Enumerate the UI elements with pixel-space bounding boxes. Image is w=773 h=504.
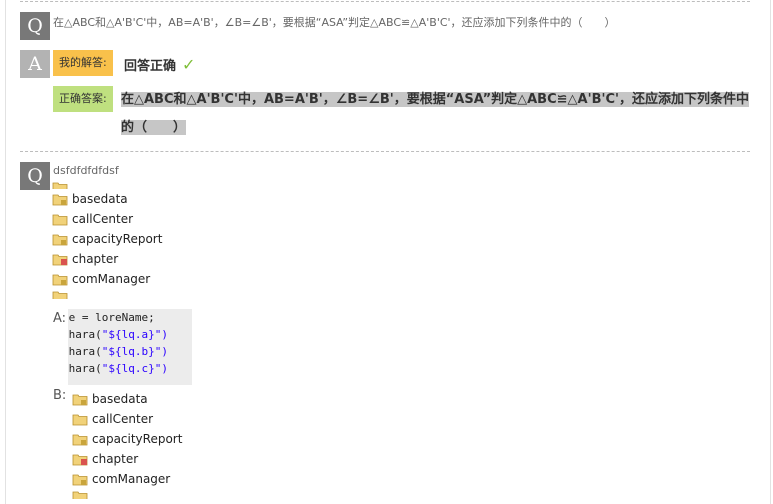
section-divider (20, 151, 750, 152)
folder-icon (52, 274, 68, 286)
tree-item: basedata (52, 189, 212, 209)
folder-icon (72, 434, 88, 446)
tree-partial-bottom (72, 489, 232, 499)
question-badge-2: Q (20, 162, 50, 190)
code-screenshot: ie = loreName; Chara("${lq.a}") Chara("$… (68, 309, 192, 385)
code-line: ie = loreName; (68, 311, 155, 324)
tree-screenshot-1: basedata callCenter capacityReport chapt… (52, 179, 212, 300)
result-text: 回答正确 (124, 59, 177, 74)
folder-icon (72, 454, 88, 466)
correct-answer-text: 在△ABC和△A'B'C'中，AB=A'B'，∠B=∠B'，要根据“ASA”判定… (121, 92, 749, 135)
checkmark-icon: ✓ (182, 55, 196, 74)
tree-item-label: chapter (92, 452, 139, 466)
folder-icon (72, 414, 88, 426)
top-divider (20, 1, 750, 2)
tree-screenshot-2: basedata callCenter capacityReport chapt… (72, 389, 232, 504)
tree-item-label: capacityReport (92, 432, 183, 446)
tree-item: chapter (52, 249, 212, 269)
question-text: 在△ABC和△A'B'C'中，AB=A'B'，∠B=∠B'，要根据“ASA”判定… (53, 16, 616, 29)
question-text-2: dsfdfdfdfdsf (53, 164, 119, 177)
tree-item-label: basedata (92, 392, 148, 406)
my-answer-tag: 我的解答: (53, 50, 113, 76)
folder-icon (72, 491, 88, 499)
folder-icon (52, 291, 68, 299)
tree-item-label: basedata (72, 192, 128, 206)
tree-item-label: callCenter (72, 212, 134, 226)
tree-item-label: callCenter (92, 412, 154, 426)
correct-answer-block: 在△ABC和△A'B'C'中，AB=A'B'，∠B=∠B'，要根据“ASA”判定… (121, 86, 749, 142)
folder-icon (52, 182, 68, 189)
option-b-label[interactable]: B: (53, 388, 66, 403)
tree-item-label: comManager (92, 472, 171, 486)
tree-item: comManager (52, 269, 212, 289)
tree-item: basedata (72, 389, 232, 409)
code-line: Chara("${lq.b}") (68, 345, 168, 358)
tree-item: capacityReport (52, 229, 212, 249)
tree-item: comManager (72, 469, 232, 489)
right-border (770, 0, 771, 504)
folder-icon (52, 194, 68, 206)
folder-icon (52, 254, 68, 266)
correct-answer-tag: 正确答案: (53, 86, 113, 112)
option-a-label[interactable]: A: (53, 311, 66, 326)
answer-badge: A (20, 50, 50, 78)
folder-icon (72, 474, 88, 486)
tree-item: chapter (72, 449, 232, 469)
folder-icon (72, 394, 88, 406)
left-border (5, 0, 6, 504)
tree-item-label: comManager (72, 272, 151, 286)
tree-partial-bottom (52, 289, 212, 299)
tree-item: capacityReport (72, 429, 232, 449)
code-line: Chara("${lq.c}") (68, 362, 168, 375)
folder-icon (52, 214, 68, 226)
tree-item-label: chapter (72, 252, 119, 266)
code-line: Chara("${lq.a}") (68, 328, 168, 341)
tree-item: callCenter (72, 409, 232, 429)
tree-item-label: capacityReport (72, 232, 163, 246)
result-status: 回答正确 ✓ (124, 55, 195, 74)
question-badge: Q (20, 12, 50, 40)
tree-partial-top (52, 179, 212, 189)
folder-icon (52, 234, 68, 246)
tree-item: callCenter (52, 209, 212, 229)
